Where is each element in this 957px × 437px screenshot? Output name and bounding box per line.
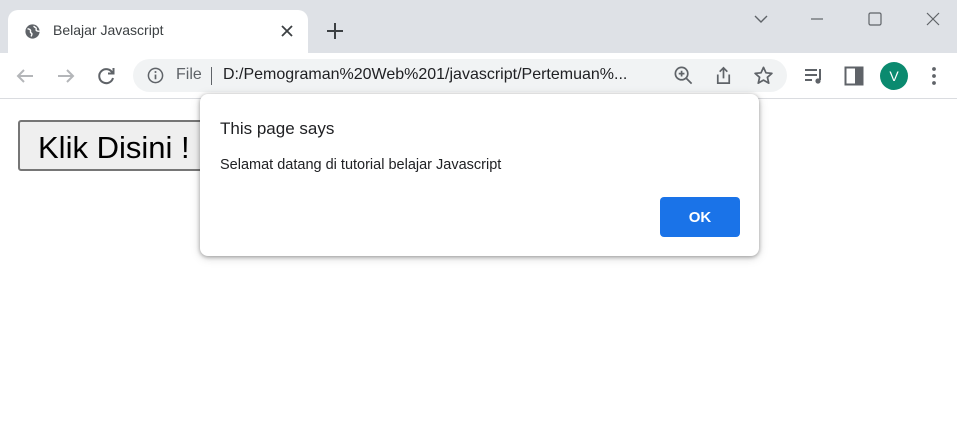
minimize-icon[interactable] bbox=[808, 10, 826, 28]
ok-button[interactable]: OK bbox=[660, 197, 740, 237]
dialog-title: This page says bbox=[220, 119, 335, 138]
address-bar[interactable]: File D:/Pemograman%20Web%201/javascript/… bbox=[133, 59, 787, 92]
side-panel-icon[interactable] bbox=[843, 65, 865, 87]
browser-toolbar: File D:/Pemograman%20Web%201/javascript/… bbox=[0, 53, 957, 99]
profile-avatar[interactable]: V bbox=[880, 62, 908, 90]
site-scheme-label[interactable]: File bbox=[176, 66, 202, 84]
back-arrow-icon[interactable] bbox=[14, 65, 36, 87]
browser-tab[interactable]: Belajar Javascript bbox=[8, 10, 308, 53]
kebab-menu-icon[interactable] bbox=[923, 65, 945, 87]
forward-arrow-icon[interactable] bbox=[55, 65, 77, 87]
alert-dialog: This page says Selamat datang di tutoria… bbox=[200, 94, 759, 256]
tab-close-icon[interactable] bbox=[279, 23, 295, 39]
address-separator bbox=[211, 67, 212, 85]
media-queue-icon[interactable] bbox=[803, 65, 825, 87]
zoom-icon[interactable] bbox=[673, 65, 694, 86]
bookmark-star-icon[interactable] bbox=[753, 65, 774, 86]
close-icon[interactable] bbox=[924, 10, 942, 28]
share-icon[interactable] bbox=[713, 65, 734, 86]
reload-icon[interactable] bbox=[95, 65, 117, 87]
globe-icon bbox=[25, 24, 41, 39]
tab-title: Belajar Javascript bbox=[53, 22, 164, 38]
info-icon[interactable] bbox=[147, 67, 164, 84]
maximize-icon[interactable] bbox=[866, 10, 884, 28]
url-text[interactable]: D:/Pemograman%20Web%201/javascript/Perte… bbox=[223, 66, 663, 84]
chevron-down-icon[interactable] bbox=[752, 10, 770, 28]
dialog-message: Selamat datang di tutorial belajar Javas… bbox=[220, 157, 502, 173]
plus-icon[interactable] bbox=[325, 21, 345, 41]
tab-strip: Belajar Javascript bbox=[0, 0, 957, 53]
